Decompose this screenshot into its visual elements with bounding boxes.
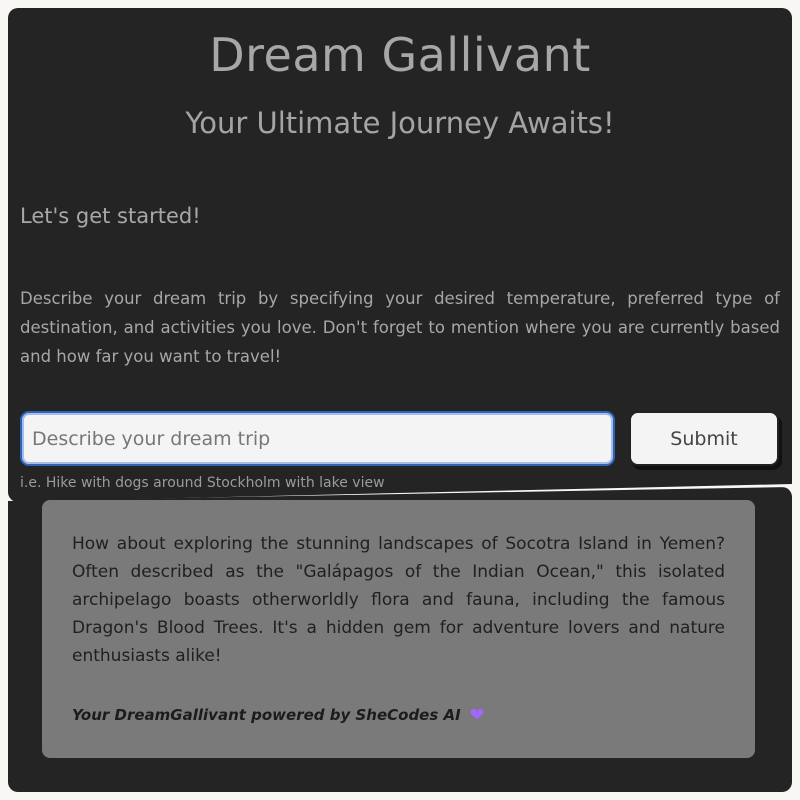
instructions-text: Describe your dream trip by specifying y… bbox=[20, 289, 780, 366]
ai-response-card: How about exploring the stunning landsca… bbox=[42, 500, 755, 758]
dream-trip-input-wrapper bbox=[20, 411, 615, 466]
getting-started-heading: Let's get started! bbox=[20, 204, 201, 228]
powered-by-text: Your DreamGallivant powered by SheCodes … bbox=[72, 706, 461, 724]
page-title: Dream Gallivant bbox=[209, 28, 591, 82]
dream-trip-input[interactable] bbox=[22, 413, 613, 464]
ai-response-text: How about exploring the stunning landsca… bbox=[72, 534, 725, 666]
page-subtitle: Your Ultimate Journey Awaits! bbox=[185, 106, 615, 140]
input-hint: i.e. Hike with dogs around Stockholm wit… bbox=[20, 475, 385, 491]
powered-by-line: Your DreamGallivant powered by SheCodes … bbox=[72, 705, 484, 725]
submit-button[interactable]: Submit bbox=[629, 411, 779, 466]
purple-heart-icon bbox=[470, 706, 484, 720]
page-canvas: Dream Gallivant Your Ultimate Journey Aw… bbox=[0, 0, 800, 800]
